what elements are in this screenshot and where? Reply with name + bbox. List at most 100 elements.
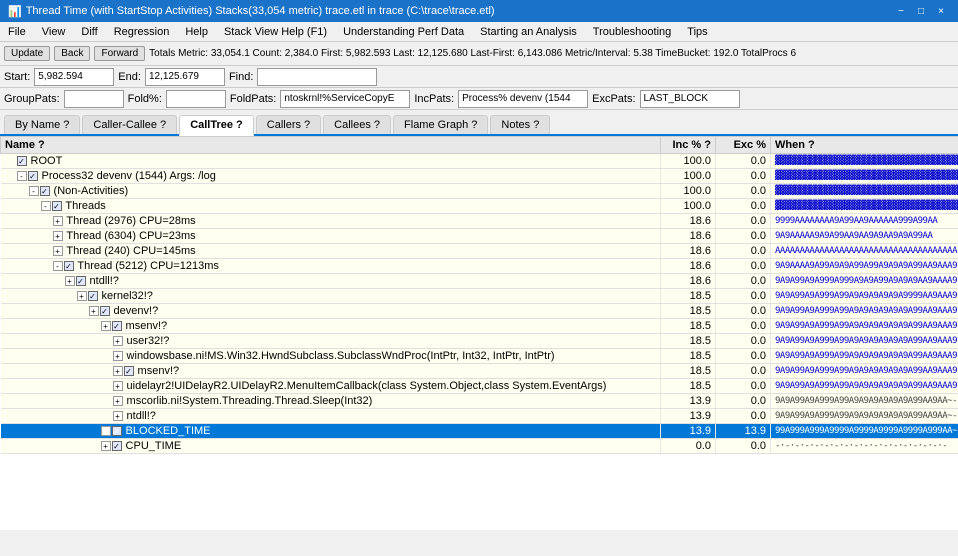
header-name[interactable]: Name ? bbox=[1, 137, 661, 154]
fold-input[interactable] bbox=[166, 90, 226, 108]
cell-name: ✓ ROOT bbox=[1, 154, 661, 169]
foldpats-input[interactable] bbox=[280, 90, 410, 108]
expander-icon[interactable]: - bbox=[41, 201, 51, 211]
expander-icon[interactable]: + bbox=[101, 321, 111, 331]
tab-flame-graph-[interactable]: Flame Graph ? bbox=[393, 115, 488, 134]
tab-caller-callee-[interactable]: Caller-Callee ? bbox=[82, 115, 177, 134]
table-row[interactable]: +✓ CPU_TIME0.00.0-·-·-·-·-·-·-·-·-·-·-·-… bbox=[1, 439, 958, 454]
table-row[interactable]: +✓ BLOCKED_TIME13.913.999A999A999A9999A9… bbox=[1, 424, 958, 439]
table-row[interactable]: + windowsbase.ni!MS.Win32.HwndSubclass.S… bbox=[1, 349, 958, 364]
expander-icon[interactable]: + bbox=[89, 306, 99, 316]
table-row[interactable]: +✓ kernel32!?18.50.09A9A99A9A999A99A9A9A… bbox=[1, 289, 958, 304]
row-checkbox[interactable]: ✓ bbox=[112, 321, 122, 331]
menu-item-stack-view-help-(f1)[interactable]: Stack View Help (F1) bbox=[216, 24, 335, 40]
table-row[interactable]: + Thread (2976) CPU=28ms18.60.09999AAAAA… bbox=[1, 214, 958, 229]
cell-exc: 0.0 bbox=[716, 274, 771, 289]
update-button[interactable]: Update bbox=[4, 46, 50, 61]
expander-icon[interactable]: + bbox=[53, 216, 63, 226]
find-input[interactable] bbox=[257, 68, 377, 86]
table-header: Name ? Inc % ? Exc % When ? bbox=[1, 137, 958, 154]
table-row[interactable]: +✓ devenv!?18.50.09A9A99A9A999A99A9A9A9A… bbox=[1, 304, 958, 319]
row-label: Thread (6304) CPU=23ms bbox=[64, 230, 196, 242]
menu-item-regression[interactable]: Regression bbox=[106, 24, 178, 40]
header-exc[interactable]: Exc % bbox=[716, 137, 771, 154]
cell-inc: 0.0 bbox=[661, 439, 716, 454]
table-row[interactable]: + ntdll!?13.90.09A9A99A9A999A99A9A9A9A9A… bbox=[1, 409, 958, 424]
expander-icon[interactable]: + bbox=[113, 411, 123, 421]
header-when[interactable]: When ? bbox=[771, 137, 958, 154]
row-checkbox[interactable]: ✓ bbox=[64, 261, 74, 271]
menu-item-troubleshooting[interactable]: Troubleshooting bbox=[585, 24, 679, 40]
row-checkbox[interactable]: ✓ bbox=[124, 366, 134, 376]
table-row[interactable]: + mscorlib.ni!System.Threading.Thread.Sl… bbox=[1, 394, 958, 409]
maximize-button[interactable]: □ bbox=[912, 3, 930, 19]
close-button[interactable]: × bbox=[932, 3, 950, 19]
table-row[interactable]: +✓ msenv!?18.50.09A9A99A9A999A99A9A9A9A9… bbox=[1, 364, 958, 379]
expander-icon[interactable]: + bbox=[65, 276, 75, 286]
table-row[interactable]: -✓ (Non-Activities)100.00.0▓▓▓▓▓▓▓▓▓▓▓▓▓… bbox=[1, 184, 958, 199]
tab-notes-[interactable]: Notes ? bbox=[490, 115, 550, 134]
cell-inc: 18.5 bbox=[661, 304, 716, 319]
expander-icon[interactable]: + bbox=[53, 246, 63, 256]
expander-icon[interactable]: - bbox=[17, 171, 27, 181]
incpats-input[interactable] bbox=[458, 90, 588, 108]
row-label: ntdll!? bbox=[87, 275, 119, 287]
header-inc[interactable]: Inc % ? bbox=[661, 137, 716, 154]
table-row[interactable]: -✓ Thread (5212) CPU=1213ms18.60.09A9AAA… bbox=[1, 259, 958, 274]
expander-icon[interactable]: - bbox=[29, 186, 39, 196]
tab-by-name-[interactable]: By Name ? bbox=[4, 115, 80, 134]
table-row[interactable]: + Thread (6304) CPU=23ms18.60.09A9AAAAA9… bbox=[1, 229, 958, 244]
menu-item-view[interactable]: View bbox=[34, 24, 74, 40]
minimize-button[interactable]: − bbox=[892, 3, 910, 19]
row-checkbox[interactable]: ✓ bbox=[28, 171, 38, 181]
expander-icon[interactable]: + bbox=[113, 396, 123, 406]
tab-callers-[interactable]: Callers ? bbox=[256, 115, 321, 134]
expander-icon[interactable]: + bbox=[53, 231, 63, 241]
row-checkbox[interactable]: ✓ bbox=[40, 186, 50, 196]
table-row[interactable]: +✓ msenv!?18.50.09A9A99A9A999A99A9A9A9A9… bbox=[1, 319, 958, 334]
row-checkbox[interactable]: ✓ bbox=[52, 201, 62, 211]
menu-item-starting-an-analysis[interactable]: Starting an Analysis bbox=[472, 24, 585, 40]
row-label: user32!? bbox=[124, 335, 170, 347]
table-container[interactable]: Name ? Inc % ? Exc % When ? ✓ ROOT100.00… bbox=[0, 136, 958, 530]
expander-icon[interactable]: + bbox=[101, 441, 111, 451]
menu-item-tips[interactable]: Tips bbox=[679, 24, 715, 40]
end-input[interactable] bbox=[145, 68, 225, 86]
row-checkbox[interactable]: ✓ bbox=[17, 156, 27, 166]
expander-icon[interactable]: + bbox=[113, 366, 123, 376]
menu-item-understanding-perf-data[interactable]: Understanding Perf Data bbox=[335, 24, 472, 40]
expander-icon[interactable]: + bbox=[77, 291, 87, 301]
excpats-input[interactable] bbox=[640, 90, 740, 108]
menu-item-help[interactable]: Help bbox=[177, 24, 216, 40]
row-checkbox[interactable]: ✓ bbox=[88, 291, 98, 301]
row-label: CPU_TIME bbox=[123, 440, 182, 452]
expander-icon[interactable]: + bbox=[113, 336, 123, 346]
table-row[interactable]: + uidelayr2!UIDelayR2.UIDelayR2.MenuItem… bbox=[1, 379, 958, 394]
grouppats-input[interactable] bbox=[64, 90, 124, 108]
table-row[interactable]: + user32!?18.50.09A9A99A9A999A99A9A9A9A9… bbox=[1, 334, 958, 349]
forward-button[interactable]: Forward bbox=[94, 46, 145, 61]
row-checkbox[interactable]: ✓ bbox=[112, 426, 122, 436]
row-checkbox[interactable]: ✓ bbox=[100, 306, 110, 316]
table-row[interactable]: -✓ Process32 devenv (1544) Args: /log100… bbox=[1, 169, 958, 184]
menu-item-diff[interactable]: Diff bbox=[73, 24, 105, 40]
menu-item-file[interactable]: File bbox=[0, 24, 34, 40]
tab-calltree-[interactable]: CallTree ? bbox=[179, 115, 254, 136]
row-checkbox[interactable]: ✓ bbox=[112, 441, 122, 451]
table-row[interactable]: ✓ ROOT100.00.0▓▓▓▓▓▓▓▓▓▓▓▓▓▓▓▓▓▓▓▓▓▓▓▓▓▓… bbox=[1, 154, 958, 169]
cell-exc: 0.0 bbox=[716, 259, 771, 274]
table-row[interactable]: +✓ ntdll!?18.60.09A9A99A9A999A999A9A9A99… bbox=[1, 274, 958, 289]
end-label: End: bbox=[118, 71, 141, 83]
table-row[interactable]: + Thread (240) CPU=145ms18.60.0AAAAAAAAA… bbox=[1, 244, 958, 259]
start-input[interactable] bbox=[34, 68, 114, 86]
expander-icon[interactable]: + bbox=[113, 381, 123, 391]
expander-icon[interactable]: - bbox=[53, 261, 63, 271]
table-row[interactable]: -✓ Threads100.00.0▓▓▓▓▓▓▓▓▓▓▓▓▓▓▓▓▓▓▓▓▓▓… bbox=[1, 199, 958, 214]
expander-icon[interactable]: + bbox=[113, 351, 123, 361]
cell-when: 99A999A999A9999A9999A9999A9999A999AA~- bbox=[771, 424, 958, 439]
tab-callees-[interactable]: Callees ? bbox=[323, 115, 391, 134]
expander-icon[interactable]: + bbox=[101, 426, 111, 436]
row-checkbox[interactable]: ✓ bbox=[76, 276, 86, 286]
row-label: BLOCKED_TIME bbox=[123, 425, 211, 437]
back-button[interactable]: Back bbox=[54, 46, 90, 61]
